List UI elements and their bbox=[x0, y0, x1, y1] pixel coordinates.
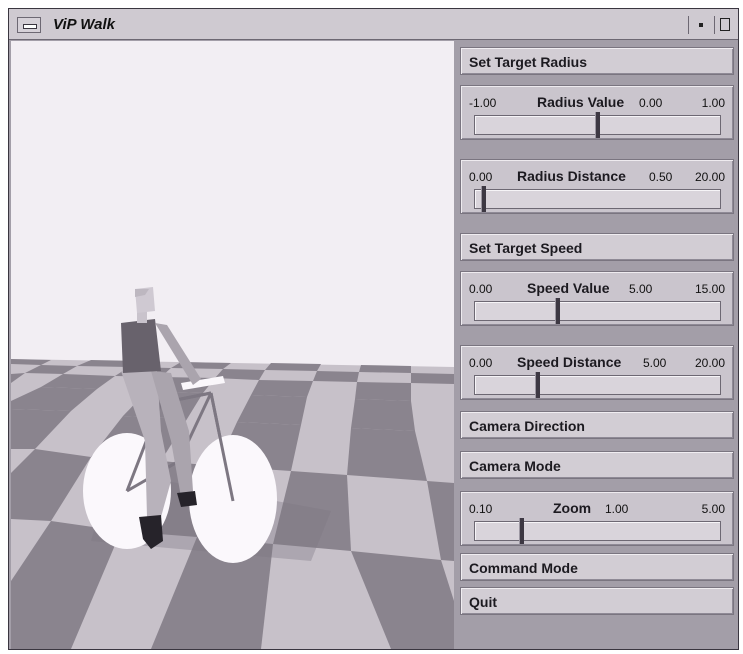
radius-distance-track[interactable] bbox=[474, 186, 721, 212]
radius-value-label: Radius Value bbox=[537, 94, 625, 110]
speed-value-label: Speed Value bbox=[527, 280, 610, 296]
minimize-button[interactable] bbox=[688, 16, 712, 34]
speed-value-slider-group: 0.00 Speed Value 5.00 15.00 bbox=[460, 271, 734, 326]
camera-mode-button[interactable]: Camera Mode bbox=[460, 451, 734, 479]
speed-value-thumb[interactable] bbox=[555, 298, 560, 324]
radius-distance-min: 0.00 bbox=[469, 170, 493, 184]
3d-viewport[interactable] bbox=[11, 41, 454, 649]
title-bar[interactable]: ViP Walk bbox=[9, 9, 738, 40]
cyclist-scene bbox=[11, 287, 454, 649]
zoom-max: 5.00 bbox=[701, 502, 725, 516]
set-target-speed-button[interactable]: Set Target Speed bbox=[460, 233, 734, 261]
radius-value-max: 1.00 bbox=[701, 96, 725, 110]
speed-distance-current: 5.00 bbox=[643, 356, 667, 370]
radius-value-min: -1.00 bbox=[469, 96, 497, 110]
radius-distance-max: 20.00 bbox=[694, 170, 725, 184]
speed-distance-track[interactable] bbox=[474, 372, 721, 398]
radius-value-thumb[interactable] bbox=[595, 112, 600, 138]
maximize-button[interactable] bbox=[714, 16, 734, 34]
rider-torso bbox=[121, 319, 161, 373]
radius-distance-label: Radius Distance bbox=[517, 168, 626, 184]
set-target-radius-button[interactable]: Set Target Radius bbox=[460, 47, 734, 75]
speed-distance-label: Speed Distance bbox=[517, 354, 622, 370]
control-panel: Set Target Radius -1.00 Radius Value 0.0… bbox=[456, 41, 738, 649]
radius-value-slider-group: -1.00 Radius Value 0.00 1.00 bbox=[460, 85, 734, 140]
quit-button[interactable]: Quit bbox=[460, 587, 734, 615]
speed-distance-thumb[interactable] bbox=[535, 372, 540, 398]
speed-distance-min: 0.00 bbox=[469, 356, 493, 370]
speed-value-current: 5.00 bbox=[629, 282, 653, 296]
speed-distance-max: 20.00 bbox=[694, 356, 725, 370]
zoom-min: 0.10 bbox=[469, 502, 493, 516]
zoom-slider-group: 0.10 Zoom 1.00 5.00 bbox=[460, 491, 734, 546]
radius-value-current: 0.00 bbox=[639, 96, 663, 110]
zoom-current: 1.00 bbox=[605, 502, 629, 516]
speed-value-track[interactable] bbox=[474, 298, 721, 324]
speed-distance-slider-group: 0.00 Speed Distance 5.00 20.00 bbox=[460, 345, 734, 400]
command-mode-button[interactable]: Command Mode bbox=[460, 553, 734, 581]
zoom-label: Zoom bbox=[553, 500, 592, 516]
zoom-track[interactable] bbox=[474, 518, 721, 544]
camera-direction-button[interactable]: Camera Direction bbox=[460, 411, 734, 439]
radius-distance-current: 0.50 bbox=[649, 170, 673, 184]
speed-value-max: 15.00 bbox=[694, 282, 725, 296]
window-menu-button[interactable] bbox=[17, 17, 41, 33]
vip-walk-window: ViP Walk Set Target Radius -1.00 Radius … bbox=[8, 8, 739, 650]
speed-value-min: 0.00 bbox=[469, 282, 493, 296]
zoom-thumb[interactable] bbox=[519, 518, 524, 544]
radius-value-track[interactable] bbox=[474, 112, 721, 138]
radius-distance-slider-group: 0.00 Radius Distance 0.50 20.00 bbox=[460, 159, 734, 214]
radius-distance-thumb[interactable] bbox=[481, 186, 486, 212]
window-title: ViP Walk bbox=[53, 16, 115, 33]
